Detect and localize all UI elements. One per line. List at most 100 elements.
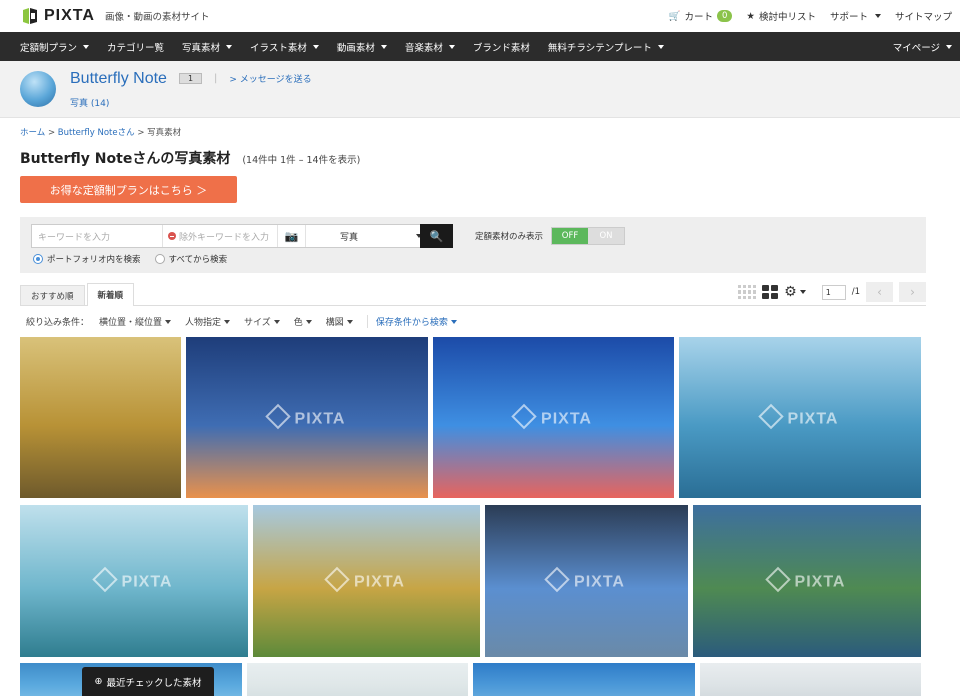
chevron-down-icon <box>874 14 881 18</box>
creator-level-badge: 1 <box>178 73 203 84</box>
next-page-button[interactable]: › <box>899 282 926 302</box>
nav-item-plan[interactable]: 定額制プラン <box>20 40 90 54</box>
breadcrumb-current: 写真素材 <box>147 128 182 138</box>
zoom-icon: ⊕ <box>94 676 103 687</box>
filter-text: 色 <box>293 318 303 328</box>
radio-label: すべてから検索 <box>168 255 228 265</box>
tab-recommended[interactable]: おすすめ順 <box>20 285 85 305</box>
keyword-input[interactable]: キーワードを入力 <box>32 230 162 243</box>
nav-item-photos[interactable]: 写真素材 <box>182 40 233 54</box>
small-grid-icon[interactable] <box>738 285 757 299</box>
chevron-down-icon <box>380 44 387 49</box>
watermark: PIXTA <box>186 407 428 428</box>
nav-item-brand[interactable]: ブランド素材 <box>473 40 530 54</box>
star-icon: ★ <box>746 10 755 22</box>
nav-item-mypage[interactable]: マイページ <box>893 40 952 54</box>
nav-item-illustrations[interactable]: イラスト素材 <box>250 40 319 54</box>
toggle-on-option[interactable]: ON <box>588 228 625 244</box>
filter-text: サイズ <box>244 318 271 328</box>
image-thumbnail[interactable]: PIXTA <box>693 505 921 657</box>
plan-button[interactable]: お得な定額制プランはこちら ＞ <box>20 176 237 203</box>
nav-item-music[interactable]: 音楽素材 <box>405 40 455 54</box>
send-message-link[interactable]: > メッセージを送る <box>229 72 311 85</box>
filter-composition[interactable]: 構図 <box>326 315 353 328</box>
filter-size[interactable]: サイズ <box>244 315 280 328</box>
nav-label: マイページ <box>892 42 940 54</box>
image-thumbnail[interactable]: PIXTA <box>20 505 248 657</box>
category-select[interactable]: 写真 <box>305 225 432 247</box>
nav-label: 無料チラシテンプレート <box>547 42 652 54</box>
filter-orientation[interactable]: 横位置・縦位置 <box>99 315 172 328</box>
watermark: PIXTA <box>253 571 480 592</box>
recently-viewed-button[interactable]: ⊕ 最近チェックした素材 <box>82 667 214 696</box>
tab-newest[interactable]: 新着順 <box>86 283 135 306</box>
chevron-down-icon <box>165 319 172 324</box>
fixed-only-toggle[interactable]: OFF ON <box>551 227 626 245</box>
watchlist-label: 検討中リスト <box>758 12 816 23</box>
radio-all[interactable]: すべてから検索 <box>154 253 228 265</box>
search-panel: キーワードを入力 除外キーワードを入力 📷 写真 🔍 定額素材のみ表示 OFF … <box>20 217 926 273</box>
cart-label: カート <box>684 12 713 23</box>
filter-people[interactable]: 人物指定 <box>185 315 231 328</box>
cart-link[interactable]: 🛒 カート 0 <box>669 9 733 23</box>
nav-item-flyer[interactable]: 無料チラシテンプレート <box>548 40 664 54</box>
chevron-down-icon <box>305 319 312 324</box>
page-title: Butterfly Noteさんの写真素材 <box>20 151 231 167</box>
nav-label: 音楽素材 <box>404 42 443 54</box>
image-thumbnail[interactable]: PIXTA <box>186 337 428 498</box>
image-thumbnail[interactable] <box>473 663 695 696</box>
radio-selected-icon <box>33 254 43 264</box>
page-total: /1 <box>851 287 860 297</box>
nav-item-videos[interactable]: 動画素材 <box>337 40 387 54</box>
creator-band: Butterfly Note 1 | > メッセージを送る 写真 (14) <box>0 61 960 118</box>
chevron-down-icon <box>226 44 233 49</box>
breadcrumb-home[interactable]: ホーム <box>20 128 45 138</box>
nav-item-categories[interactable]: カテゴリー覧 <box>107 40 164 54</box>
pixta-logo-icon <box>23 8 37 24</box>
settings-menu[interactable]: ⚙ <box>784 284 806 300</box>
prev-page-button[interactable]: ‹ <box>866 282 893 302</box>
saved-search-label: 保存条件から検索 <box>375 318 448 328</box>
image-thumbnail[interactable] <box>247 663 468 696</box>
chevron-down-icon <box>799 290 806 294</box>
sort-tabs: おすすめ順 新着順 ⚙ 1 /1 ‹ › <box>20 282 926 306</box>
watermark: PIXTA <box>693 571 921 592</box>
toggle-off-option[interactable]: OFF <box>552 228 589 244</box>
chevron-down-icon <box>312 44 319 49</box>
cart-count-badge: 0 <box>717 10 733 22</box>
filter-text: 横位置・縦位置 <box>99 318 163 328</box>
support-menu[interactable]: サポート <box>830 9 881 23</box>
sitemap-link[interactable]: サイトマップ <box>895 9 952 23</box>
image-thumbnail[interactable] <box>700 663 921 696</box>
image-thumbnail[interactable]: PIXTA <box>485 505 688 657</box>
logo-text: PIXTA <box>44 7 95 24</box>
camera-icon[interactable]: 📷 <box>277 225 305 247</box>
pixta-logo[interactable]: PIXTA <box>20 6 95 26</box>
image-thumbnail[interactable]: PIXTA <box>433 337 674 498</box>
creator-photos-link[interactable]: 写真 (14) <box>70 96 312 109</box>
saved-search-link[interactable]: 保存条件から検索 <box>366 315 457 328</box>
large-grid-icon[interactable] <box>762 285 779 299</box>
creator-name[interactable]: Butterfly Note <box>70 70 167 88</box>
breadcrumb-creator[interactable]: Butterfly Noteさん <box>58 128 135 138</box>
creator-avatar[interactable] <box>20 71 56 107</box>
radio-portfolio[interactable]: ポートフォリオ内を検索 <box>33 253 141 265</box>
watermark: PIXTA <box>433 407 674 428</box>
filter-color[interactable]: 色 <box>294 315 312 328</box>
search-button[interactable]: 🔍 <box>420 224 453 248</box>
fixed-only-filter: 定額素材のみ表示 OFF ON <box>475 227 626 245</box>
exclude-keyword-input[interactable]: 除外キーワードを入力 <box>162 225 277 247</box>
nav-label: 定額制プラン <box>20 42 78 54</box>
chevron-down-icon <box>448 44 455 49</box>
fixed-only-label: 定額素材のみ表示 <box>475 232 544 242</box>
page-number-input[interactable]: 1 <box>821 284 846 300</box>
minus-circle-icon <box>168 232 176 240</box>
chevron-down-icon <box>657 44 664 49</box>
image-thumbnail[interactable]: PIXTA <box>253 505 480 657</box>
image-thumbnail[interactable] <box>20 337 181 498</box>
nav-label: ブランド素材 <box>472 42 530 54</box>
filter-text: 人物指定 <box>185 318 222 328</box>
watermark: PIXTA <box>679 407 921 428</box>
image-thumbnail[interactable]: PIXTA <box>679 337 921 498</box>
watchlist-link[interactable]: ★ 検討中リスト <box>746 9 816 24</box>
